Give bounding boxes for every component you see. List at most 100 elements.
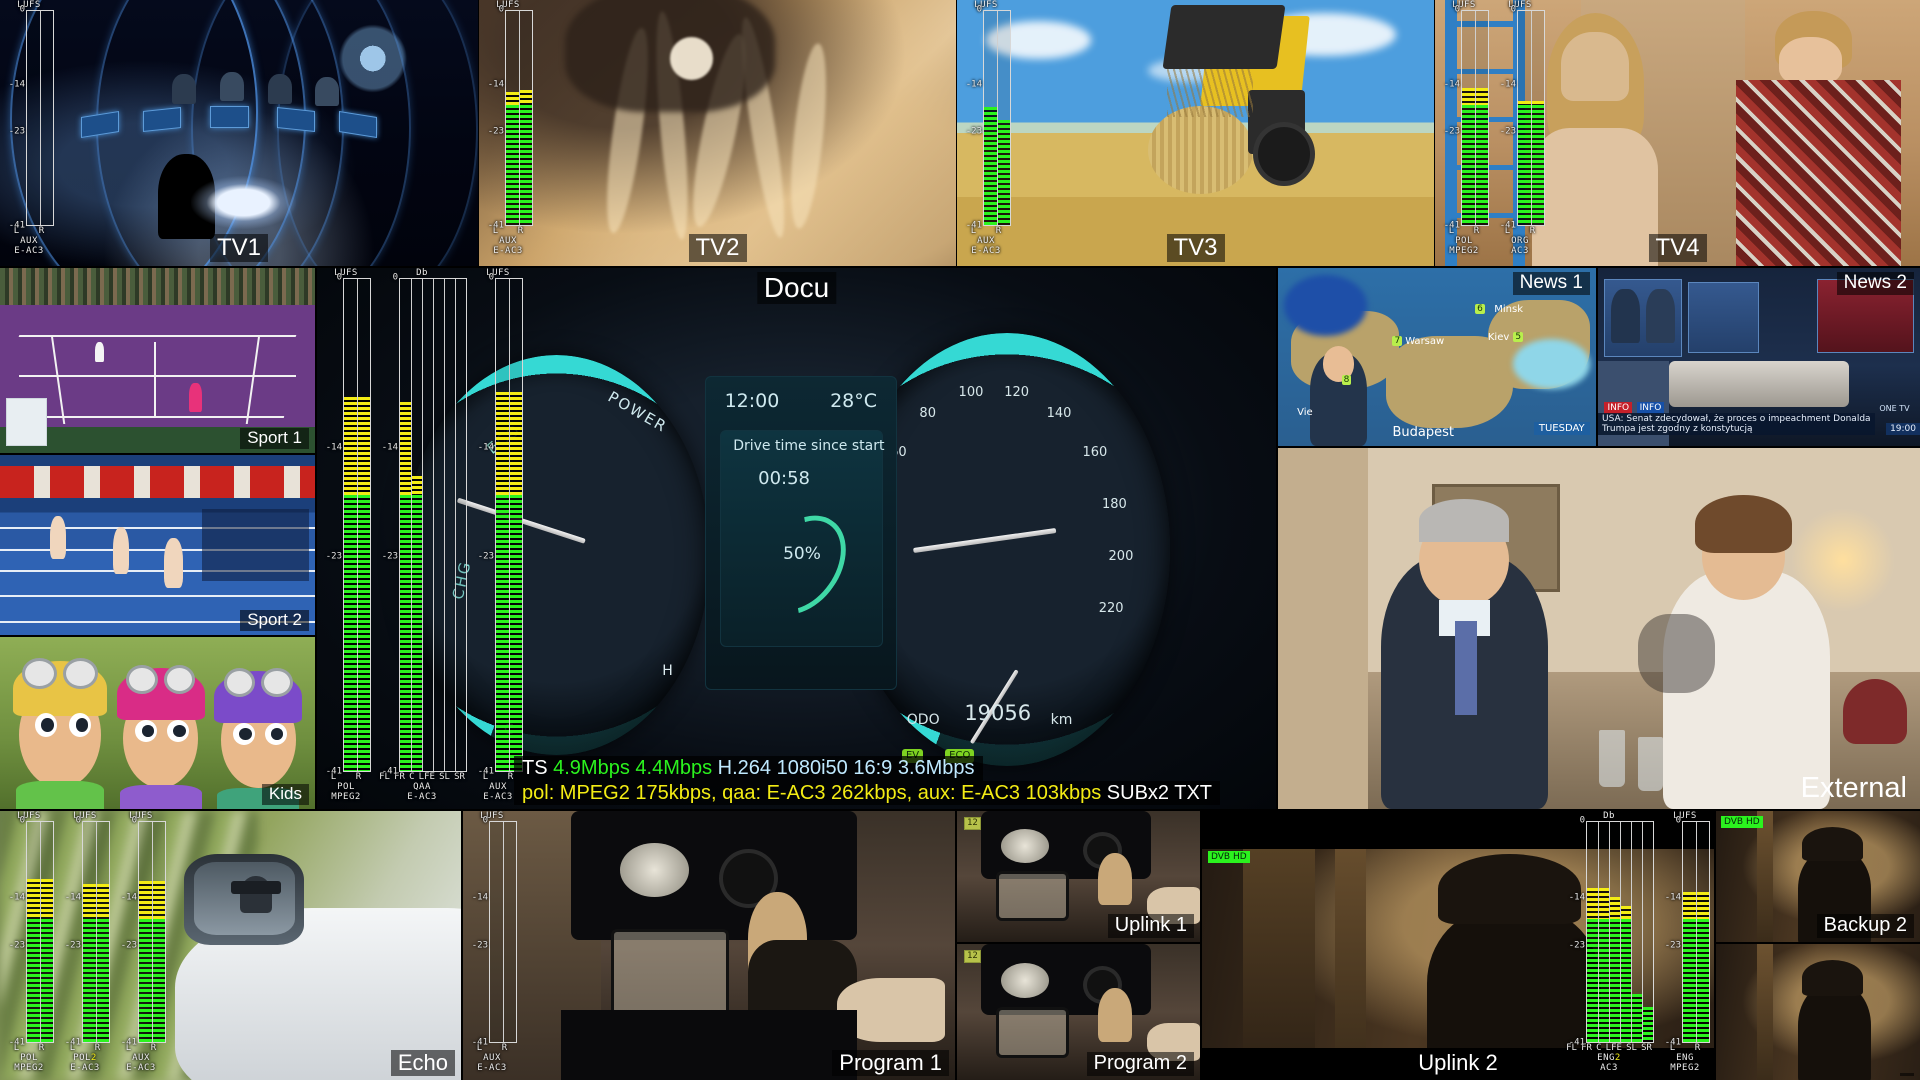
meter-source-name: ENG: [1676, 1053, 1694, 1063]
meters-echo: LUFS120-14-23-41LRPOLMPEG2LUFS0-14-23-41…: [4, 811, 166, 1073]
meter-source-name: AUX: [483, 1053, 501, 1063]
meter-channel-fl: [1587, 822, 1598, 1042]
meter-channel-sl: [1631, 822, 1642, 1042]
video-tv3: [957, 0, 1434, 266]
meter-channel-r: [40, 11, 53, 225]
meter-source-name: POL: [337, 782, 355, 792]
tile-news2[interactable]: INFO INFO USA: Senat zdecydował, że proc…: [1598, 268, 1920, 446]
meter-channel-lfe: [433, 279, 444, 771]
meters-tv1: LUFS 0 -14 -23 -41 L R AUX E-AC3: [4, 0, 54, 256]
dash-drive-time: 00:58: [758, 468, 810, 490]
news1-city-name-2: Kiev: [1487, 332, 1510, 344]
meter-bars: [1586, 821, 1654, 1043]
news1-city-name-1: Warsaw: [1405, 335, 1445, 347]
video-sport2: [0, 455, 315, 635]
meter-bars: [983, 10, 1011, 226]
meters-tv4: LUFS 0 -14 -23 -41 L R POL MPEG2 LUFS 0 -14 -23 -41 L R…: [1439, 0, 1545, 256]
video-backup2: [1716, 944, 1920, 1080]
meter-channel-c: [422, 279, 433, 771]
meter-scale: 0 -14 -23 -41: [381, 272, 398, 777]
tile-label-backup1: Program 2: [1086, 1052, 1194, 1076]
dash-drive-label: Drive time since start: [733, 438, 885, 455]
meter-channel-r: [997, 11, 1010, 225]
meter-scale: 0 -14 -23 -41: [965, 4, 982, 231]
meter-channel-sl: [444, 279, 455, 771]
tile-docu[interactable]: CHG ECO POWER C H 0 20 40 60 80 100 120: [317, 268, 1276, 809]
meter-bars: [1461, 10, 1489, 226]
meter-scale: 0 -14 -23 -41: [477, 272, 494, 777]
meter-scale: 0 -14 -23 -41: [471, 815, 488, 1048]
tile-sport1[interactable]: Sport 1: [0, 268, 315, 453]
meter-scale: 0 -14 -23 -41: [1443, 4, 1460, 231]
news1-city-temp-2: 5: [1513, 332, 1524, 343]
tile-tv4[interactable]: LUFS 0 -14 -23 -41 L R POL MPEG2 LUFS 0 -14 -23 -41 L R…: [1435, 0, 1920, 266]
tile-label-tv1: TV1: [209, 233, 269, 262]
meter-channel-l: [83, 822, 96, 1042]
tile-external[interactable]: External: [1278, 448, 1920, 809]
picture-external: [1278, 448, 1920, 809]
meter-bars: [1682, 821, 1710, 1043]
meter-scale: 0 -14 -23 -41: [1664, 815, 1681, 1048]
video-sport1: [0, 268, 315, 453]
meter-codec: MPEG2: [331, 792, 361, 802]
status-segment: 4.9Mbps: [553, 757, 636, 780]
meter-source-name: AUX: [977, 236, 995, 246]
tile-label-sport1: Sport 1: [240, 428, 309, 449]
dash-clock: 12:00: [724, 389, 780, 412]
meter-scale: 0 -14 -23 -41: [120, 815, 137, 1048]
meter-source-name: AUX: [499, 236, 517, 246]
meter-bars: [489, 821, 517, 1043]
meter-codec: MPEG2: [1449, 246, 1479, 256]
picture-sport1: [0, 268, 315, 453]
audio-meter-qaa: Db 0 -14 -23 -41 FL FR C LFE SL SR QAA E-AC3: [377, 268, 467, 802]
dvb-hd-badge-uplink2: DVB HD: [1721, 816, 1763, 828]
audio-meter-pol: LUFS 0 -14 -23 -41 L R POL MPEG2: [1439, 0, 1489, 256]
tile-program1[interactable]: LUFS 0 -14 -23 -41 L R AUX E-AC3 Program 1: [463, 811, 955, 1080]
tile-tv2[interactable]: LUFS 0 -14 -23 -41 L R AUX E-AC3 TV2: [479, 0, 956, 266]
tile-sport2[interactable]: Sport 2: [0, 455, 315, 635]
tile-program2[interactable]: DVB HD Db 0 -14 -23 -41 FL FR C LFE SL SR ENG2 AC3 LU…: [1202, 811, 1714, 1080]
meter-channel-l: [1462, 11, 1475, 225]
news1-bottom-city: Budapest: [1392, 424, 1454, 440]
meter-unit-label: Db: [416, 268, 428, 278]
meter-codec: E-AC3: [407, 792, 437, 802]
tile-echo[interactable]: LUFS120-14-23-41LRPOLMPEG2LUFS0-14-23-41…: [0, 811, 461, 1080]
picture-tv1: [0, 0, 478, 266]
meter-channel-l: [496, 279, 509, 771]
meter-scale: 0 -14 -23 -41: [8, 4, 25, 231]
tile-kids[interactable]: Kids: [0, 637, 315, 809]
source-badge-uplink1: 12: [964, 817, 981, 830]
meter-channel-r: [1696, 822, 1709, 1042]
news1-city-name-3: Minsk: [1494, 303, 1523, 315]
meter-bars: [1517, 10, 1545, 226]
tile-backup1[interactable]: 12 Program 2: [957, 944, 1200, 1080]
dash-odo-value: 19056: [964, 700, 1032, 725]
tile-tv1[interactable]: LUFS 0 -14 -23 -41 L R AUX E-AC3 TV1: [0, 0, 478, 266]
meter-bars: [26, 10, 54, 226]
tile-label-uplink1: Uplink 1: [1107, 914, 1194, 938]
news2-logo: ONE TV: [1879, 403, 1910, 413]
docu-status-line1: TS 4.9Mbps 4.4Mbps H.264 1080i50 16:9 3.…: [514, 756, 983, 781]
meter-scale: 0 -14 -23 -41: [487, 4, 504, 231]
tile-label-docu: Docu: [756, 272, 837, 305]
status-segment: pol: MPEG2 175kbps, qaa: E-AC3 262kbps, …: [522, 781, 1107, 804]
meter-source-name: POL2: [73, 1053, 97, 1063]
meter-channel-r: [152, 822, 165, 1042]
news1-city-temp-0: 8: [1341, 374, 1352, 385]
meter-codec: AC3: [1511, 246, 1529, 256]
picture-tv2: [479, 0, 956, 266]
meter-source-name: ORG: [1511, 236, 1529, 246]
dvb-hd-badge-program2: DVB HD: [1208, 851, 1250, 863]
tile-uplink1[interactable]: 12 Uplink 1: [957, 811, 1200, 942]
tile-news1[interactable]: 8 Vie 7 Warsaw 5 Kiev 6 Minsk Budapest T…: [1278, 268, 1596, 446]
meter-channel-l: [506, 11, 519, 225]
tile-label-tv3: TV3: [1166, 233, 1225, 262]
tile-tv3[interactable]: LUFS 0 -14 -23 -41 L R AUX E-AC3 TV3: [957, 0, 1434, 266]
meter-bars: [495, 278, 523, 772]
tile-uplink2[interactable]: DVB HD Backup 2: [1716, 811, 1920, 942]
tile-label-backup2: [1900, 1073, 1914, 1076]
tile-label-tv4: TV4: [1648, 233, 1707, 262]
news1-day-tag: TUESDAY: [1533, 422, 1590, 436]
tile-backup2[interactable]: [1716, 944, 1920, 1080]
audio-meter-aux: LUFS 0 -14 -23 -41 L R AUX E-AC3: [483, 0, 533, 256]
